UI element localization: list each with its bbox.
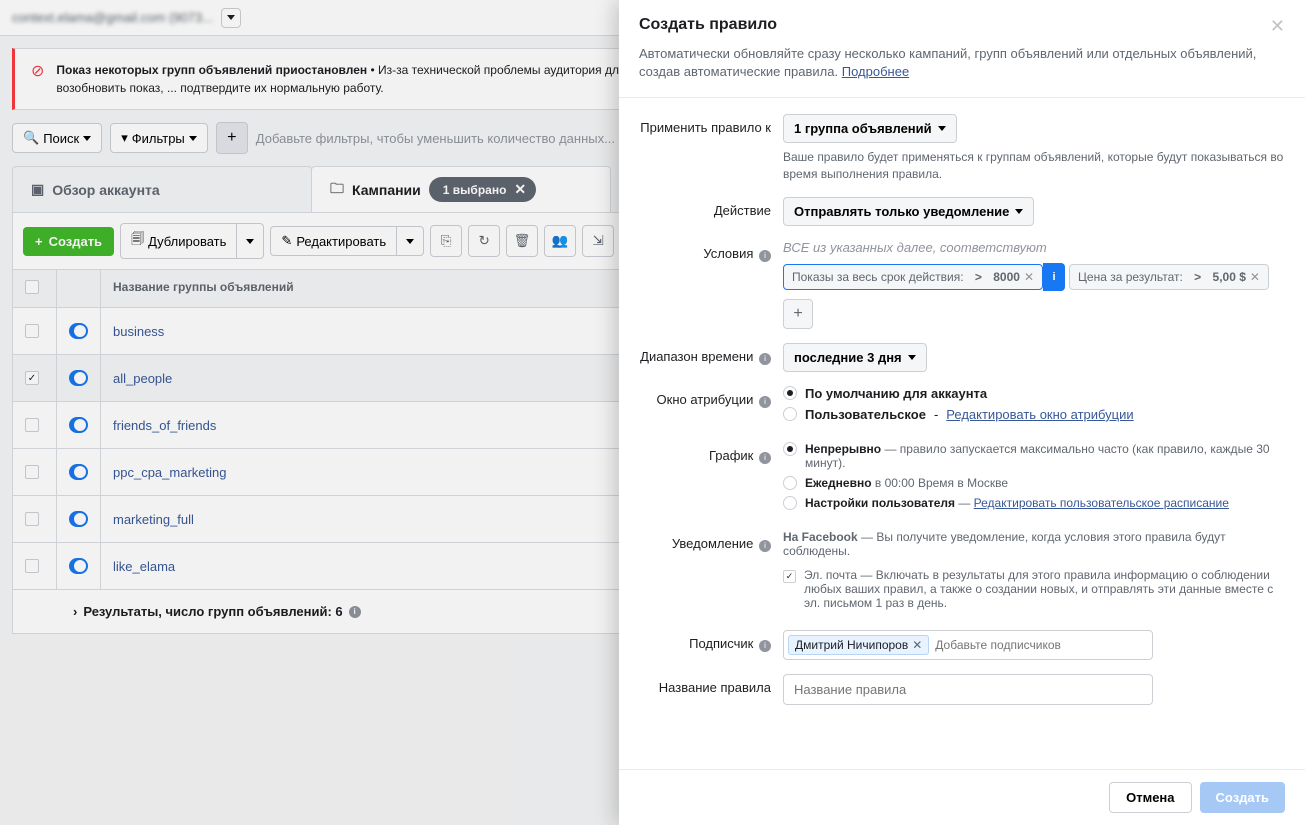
sched-custom-radio[interactable] — [783, 496, 797, 510]
cancel-button[interactable]: Отмена — [1109, 782, 1191, 813]
learn-more-link[interactable]: Подробнее — [842, 64, 909, 79]
label-rule-name: Название правила — [639, 674, 771, 705]
create-rule-button[interactable]: Создать — [1200, 782, 1285, 813]
create-rule-modal: Создать правило ✕ Автоматически обновляй… — [619, 0, 1305, 825]
sched-continuous-radio[interactable] — [783, 442, 797, 456]
cond2-remove-icon[interactable]: ✕ — [1250, 270, 1260, 284]
apply-to-help: Ваше правило будет применяться к группам… — [783, 149, 1285, 183]
conditions-hint: ВСЕ из указанных далее, соответствуют — [783, 240, 1285, 255]
close-icon[interactable]: ✕ — [1270, 16, 1285, 37]
subscriber-token: Дмитрий Ничипоров ✕ — [788, 635, 929, 655]
time-range-select[interactable]: последние 3 дня — [783, 343, 927, 372]
attrib-default-radio[interactable] — [783, 386, 797, 400]
email-checkbox[interactable]: ✓ — [783, 570, 796, 583]
attrib-custom-radio[interactable] — [783, 407, 797, 421]
subscriber-input[interactable]: Дмитрий Ничипоров ✕ — [783, 630, 1153, 660]
label-subscriber: Подписчик i — [639, 630, 771, 660]
apply-to-select[interactable]: 1 группа объявлений — [783, 114, 957, 143]
edit-schedule-link[interactable]: Редактировать пользовательское расписани… — [974, 496, 1229, 510]
condition-1[interactable]: Показы за весь срок действия: > 8000 ✕ — [783, 264, 1043, 290]
label-notification: Уведомление i — [639, 530, 771, 616]
cond1-info-icon[interactable]: i — [1043, 263, 1065, 291]
label-action: Действие — [639, 197, 771, 226]
sched-daily-radio[interactable] — [783, 476, 797, 490]
label-time-range: Диапазон времени i — [639, 343, 771, 372]
label-attribution: Окно атрибуции i — [639, 386, 771, 428]
token-remove-icon[interactable]: ✕ — [912, 638, 922, 652]
modal-description: Автоматически обновляйте сразу несколько… — [619, 45, 1305, 98]
label-conditions: Условия i — [639, 240, 771, 329]
subscriber-text-input[interactable] — [935, 638, 1148, 652]
label-schedule: График i — [639, 442, 771, 516]
label-apply-to: Применить правило к — [639, 114, 771, 183]
cond1-remove-icon[interactable]: ✕ — [1024, 270, 1034, 284]
condition-2[interactable]: Цена за результат: > 5,00 $ ✕ — [1069, 264, 1269, 290]
rule-name-input[interactable] — [783, 674, 1153, 705]
edit-attribution-link[interactable]: Редактировать окно атрибуции — [946, 407, 1133, 422]
add-condition-button[interactable]: + — [783, 299, 813, 329]
modal-title: Создать правило — [639, 16, 777, 34]
action-select[interactable]: Отправлять только уведомление — [783, 197, 1034, 226]
